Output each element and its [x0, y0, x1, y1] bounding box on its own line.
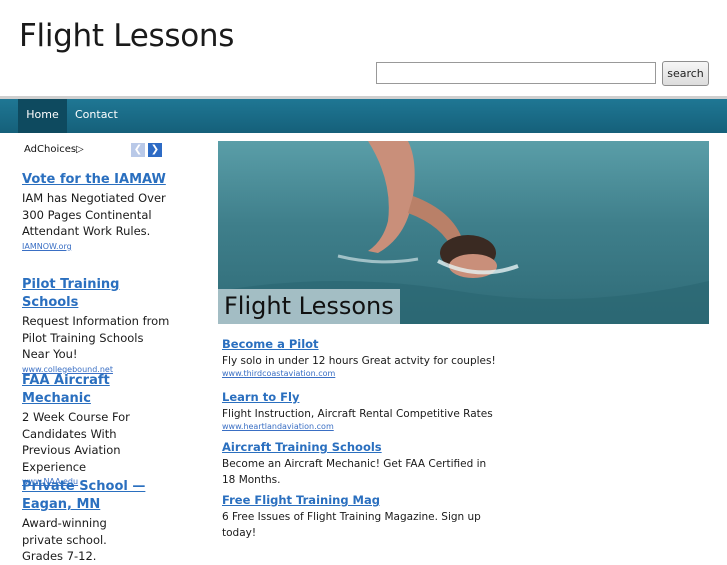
ad-title[interactable]: Pilot Training Schools [22, 276, 172, 312]
site-title: Flight Lessons [19, 18, 235, 54]
sidebar-ad: FAA Aircraft Mechanic 2 Week Course For … [22, 372, 157, 487]
link-description: Fly solo in under 12 hours Great actvity… [222, 355, 496, 367]
link-description: Become an Aircraft Mechanic! Get FAA Cer… [222, 458, 487, 486]
link-url[interactable]: www.thirdcoastaviation.com [222, 369, 497, 379]
link-title[interactable]: Learn to Fly [222, 389, 497, 405]
ad-description: IAM has Negotiated Over 300 Pages Contin… [22, 191, 166, 238]
ad-title[interactable]: Private School —Eagan, MN [22, 478, 147, 514]
hero-title: Flight Lessons [218, 289, 400, 324]
nav-home[interactable]: Home [18, 99, 67, 133]
search-input[interactable] [376, 62, 656, 84]
ad-description: 2 Week Course For Candidates With Previo… [22, 410, 130, 474]
ad-title[interactable]: FAA Aircraft Mechanic [22, 372, 157, 408]
ad-url[interactable]: IAMNOW.org [22, 241, 172, 252]
sidebar-ad: Private School —Eagan, MN Award-winning … [22, 478, 147, 565]
nav-bar: Home Contact [0, 99, 727, 133]
chevron-left-icon[interactable]: ❮ [131, 143, 145, 157]
link-unit: Learn to Fly Flight Instruction, Aircraf… [222, 389, 497, 432]
ad-description: Award-winning private school. Grades 7-1… [22, 516, 107, 563]
link-unit: Become a Pilot Fly solo in under 12 hour… [222, 336, 497, 379]
adchoices-label[interactable]: AdChoices [24, 144, 76, 155]
link-url[interactable]: www.heartlandaviation.com [222, 422, 497, 432]
link-description: Flight Instruction, Aircraft Rental Comp… [222, 408, 493, 420]
link-unit: Aircraft Training Schools Become an Airc… [222, 439, 497, 488]
sidebar-ad: Vote for the IAMAW IAM has Negotiated Ov… [22, 171, 172, 252]
ad-description: Request Information from Pilot Training … [22, 314, 170, 361]
adchoices-icon[interactable]: ▷ [76, 144, 84, 155]
link-unit: Free Flight Training Mag 6 Free Issues o… [222, 492, 497, 541]
link-title[interactable]: Free Flight Training Mag [222, 492, 497, 508]
link-title[interactable]: Become a Pilot [222, 336, 497, 352]
search-button[interactable]: search [662, 61, 709, 86]
nav-contact[interactable]: Contact [75, 99, 118, 133]
sidebar-ad: Pilot Training Schools Request Informati… [22, 276, 172, 375]
link-title[interactable]: Aircraft Training Schools [222, 439, 497, 455]
chevron-right-icon[interactable]: ❯ [148, 143, 162, 157]
link-description: 6 Free Issues of Flight Training Magazin… [222, 511, 481, 539]
ad-title[interactable]: Vote for the IAMAW [22, 171, 172, 189]
